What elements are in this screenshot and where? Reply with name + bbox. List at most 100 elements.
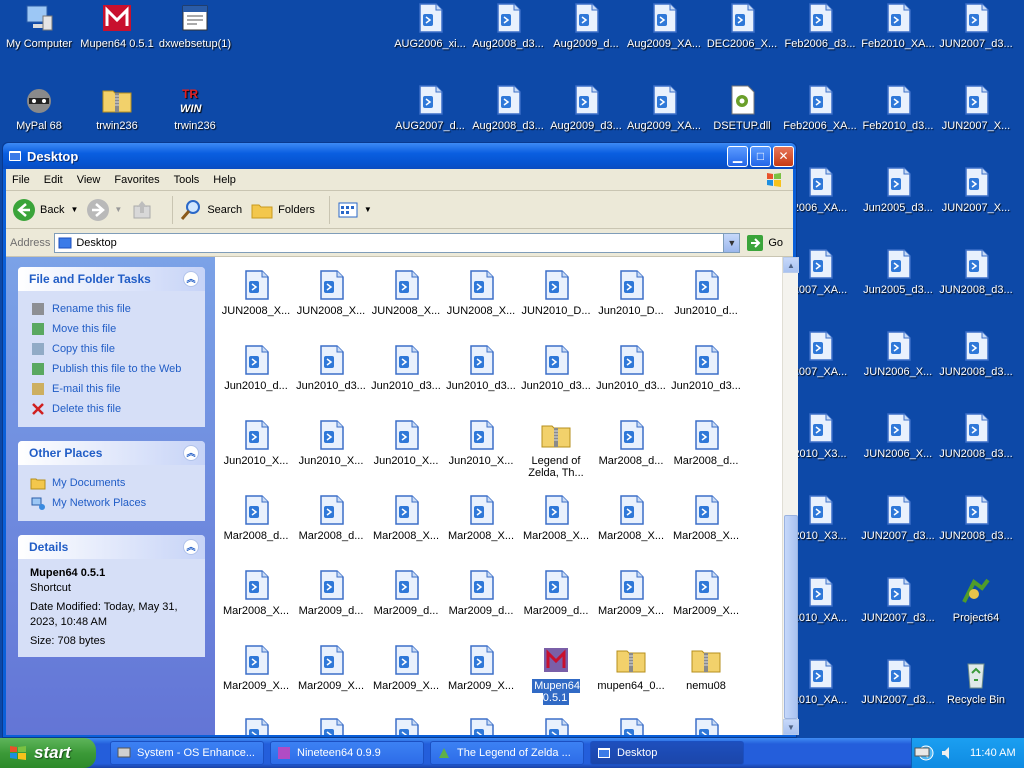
file-item[interactable]: Mar2009_X... (369, 644, 443, 692)
file-item[interactable]: Mar2009_d... (369, 569, 443, 617)
desktop-icon[interactable]: Aug2009_XA... (625, 84, 703, 133)
file-item[interactable]: Mar2008_d... (294, 494, 368, 542)
desktop-icon[interactable]: Feb2006_d3... (781, 2, 859, 51)
desktop-icon[interactable]: JUN2007_X... (937, 166, 1015, 215)
details-header[interactable]: Details ︽ (18, 535, 205, 559)
file-item[interactable]: Mar2009_X... (444, 644, 518, 692)
menu-tools[interactable]: Tools (174, 174, 200, 186)
file-item[interactable]: Mar2008_X... (369, 494, 443, 542)
file-icon[interactable] (615, 717, 647, 735)
file-icon[interactable] (390, 717, 422, 735)
maximize-button[interactable]: □ (750, 145, 771, 167)
desktop-icon[interactable]: DEC2006_X... (703, 2, 781, 51)
desktop-icon[interactable]: Recycle Bin (937, 658, 1015, 707)
file-item[interactable]: Mar2008_X... (444, 494, 518, 542)
place-link[interactable]: My Network Places (30, 493, 195, 513)
task-link[interactable]: Publish this file to the Web (30, 359, 195, 379)
desktop-icon[interactable]: Mupen64 0.5.1 (78, 2, 156, 51)
desktop-icon[interactable]: Jun2005_d3... (859, 248, 937, 297)
file-item[interactable]: JUN2008_X... (369, 269, 443, 317)
desktop-icon[interactable]: dxwebsetup(1) (156, 2, 234, 51)
file-item[interactable]: Mar2008_X... (669, 494, 743, 542)
collapse-chevron-icon[interactable]: ︽ (183, 445, 199, 461)
task-link[interactable]: Rename this file (30, 299, 195, 319)
file-item[interactable]: JUN2008_X... (444, 269, 518, 317)
collapse-chevron-icon[interactable]: ︽ (183, 271, 199, 287)
file-item[interactable]: Jun2010_d3... (294, 344, 368, 392)
taskbar-item-desktop[interactable]: Desktop (590, 741, 744, 765)
task-link[interactable]: Copy this file (30, 339, 195, 359)
menu-edit[interactable]: Edit (44, 174, 63, 186)
file-item[interactable]: Mar2008_X... (594, 494, 668, 542)
desktop-icon[interactable]: Feb2010_d3... (859, 84, 937, 133)
desktop-icon[interactable]: Feb2010_XA... (859, 2, 937, 51)
menu-favorites[interactable]: Favorites (114, 174, 159, 186)
file-item[interactable]: Jun2010_X... (444, 419, 518, 467)
desktop-icon[interactable]: MyPal 68 (0, 84, 78, 133)
keyboard-icon[interactable] (914, 745, 930, 759)
file-item[interactable]: Jun2010_d3... (444, 344, 518, 392)
close-button[interactable]: ✕ (773, 145, 794, 167)
scroll-down-button[interactable]: ▼ (783, 719, 799, 735)
file-item[interactable]: Jun2010_d3... (519, 344, 593, 392)
desktop-icon[interactable]: JUN2008_d3... (937, 412, 1015, 461)
desktop-icon[interactable]: JUN2008_d3... (937, 248, 1015, 297)
file-icon[interactable] (315, 717, 347, 735)
menu-view[interactable]: View (77, 174, 101, 186)
forward-dropdown-icon[interactable]: ▼ (114, 205, 122, 214)
desktop-icon[interactable]: Project64 (937, 576, 1015, 625)
desktop-icon[interactable]: My Computer (0, 2, 78, 51)
desktop-icon[interactable]: JUN2007_X... (937, 84, 1015, 133)
menu-file[interactable]: File (12, 174, 30, 186)
file-item[interactable]: nemu08 (669, 644, 743, 692)
file-item[interactable]: mupen64_0... (594, 644, 668, 692)
title-bar[interactable]: Desktop ▁ □ ✕ (3, 143, 796, 169)
file-item[interactable]: Jun2010_D... (594, 269, 668, 317)
file-icon[interactable] (240, 717, 272, 735)
file-item[interactable]: Jun2010_d3... (594, 344, 668, 392)
file-item[interactable]: JUN2010_D... (519, 269, 593, 317)
vertical-scrollbar[interactable]: ▲ ▼ (782, 257, 799, 735)
desktop-icon[interactable]: Aug2009_XA... (625, 2, 703, 51)
desktop-icon[interactable]: Aug2009_d... (547, 2, 625, 51)
desktop-icon[interactable]: AUG2007_d... (391, 84, 469, 133)
file-item[interactable]: Mar2009_X... (669, 569, 743, 617)
minimize-button[interactable]: ▁ (727, 145, 748, 167)
desktop-icon[interactable]: JUN2008_d3... (937, 330, 1015, 379)
file-icon[interactable] (465, 717, 497, 735)
file-item[interactable]: Jun2010_d... (219, 344, 293, 392)
desktop-icon[interactable]: JUN2007_d3... (937, 2, 1015, 51)
back-button[interactable]: Back ▼ (12, 198, 78, 222)
file-item[interactable]: Mar2009_X... (294, 644, 368, 692)
file-item[interactable]: Mar2009_X... (219, 644, 293, 692)
desktop-icon[interactable]: JUN2007_d3... (859, 494, 937, 543)
file-item[interactable]: Mar2009_d... (519, 569, 593, 617)
desktop-icon[interactable]: TR WIN trwin236 (156, 84, 234, 133)
file-item[interactable]: Jun2010_X... (294, 419, 368, 467)
taskbar-item-nineteen64[interactable]: Nineteen64 0.9.9 (270, 741, 424, 765)
desktop-icon[interactable]: AUG2006_xi... (391, 2, 469, 51)
task-link[interactable]: Move this file (30, 319, 195, 339)
desktop-icon[interactable]: Aug2009_d3... (547, 84, 625, 133)
file-item[interactable]: JUN2008_X... (294, 269, 368, 317)
scroll-thumb[interactable] (784, 515, 798, 719)
file-icon[interactable] (690, 717, 722, 735)
collapse-chevron-icon[interactable]: ︽ (183, 539, 199, 555)
file-item[interactable]: Mar2009_X... (594, 569, 668, 617)
volume-icon[interactable] (940, 745, 956, 761)
file-item[interactable]: Mar2009_d... (294, 569, 368, 617)
start-button[interactable]: start (0, 738, 96, 768)
desktop-icon[interactable]: DSETUP.dll (703, 84, 781, 133)
desktop-icon[interactable]: JUN2008_d3... (937, 494, 1015, 543)
taskbar-item-system[interactable]: System - OS Enhance... (110, 741, 264, 765)
file-item[interactable]: Jun2010_X... (369, 419, 443, 467)
file-item[interactable]: Mar2008_d... (594, 419, 668, 467)
desktop-icon[interactable]: Jun2005_d3... (859, 166, 937, 215)
file-item[interactable]: Jun2010_d... (669, 269, 743, 317)
file-item[interactable]: Mar2008_X... (219, 569, 293, 617)
desktop-icon[interactable]: Aug2008_d3... (469, 84, 547, 133)
file-item[interactable]: Mar2009_d... (444, 569, 518, 617)
task-link[interactable]: E-mail this file (30, 379, 195, 399)
file-item[interactable]: Legend of Zelda, Th... (519, 419, 593, 479)
taskbar-item-zelda[interactable]: The Legend of Zelda ... (430, 741, 584, 765)
